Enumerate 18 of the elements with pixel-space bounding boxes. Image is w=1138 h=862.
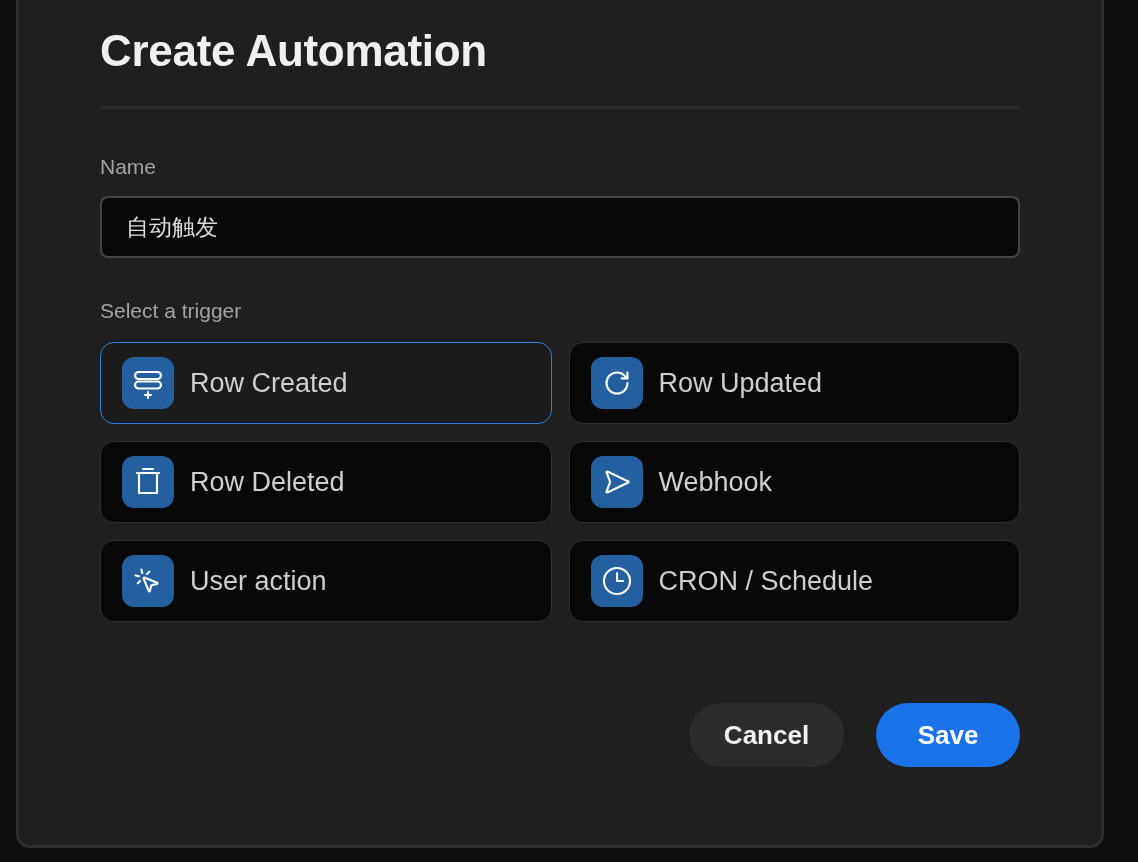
- cancel-button[interactable]: Cancel: [689, 703, 844, 767]
- trigger-option[interactable]: Row Created: [100, 342, 552, 424]
- rows-plus-icon: [122, 357, 174, 409]
- name-input[interactable]: 自动触发: [100, 196, 1020, 258]
- field-label: Name: [100, 155, 157, 179]
- trigger-option[interactable]: Row Updated: [568, 342, 1020, 424]
- dialog-title: Create Automation: [100, 25, 488, 77]
- paper-plane-icon: [590, 456, 643, 508]
- trash-icon: [122, 456, 174, 508]
- trigger-option[interactable]: Row Deleted: [100, 441, 552, 523]
- trigger-option[interactable]: Webhook: [568, 441, 1020, 523]
- trigger-option[interactable]: User action: [100, 540, 552, 622]
- clock-icon: [590, 555, 643, 607]
- refresh-icon: [590, 357, 643, 409]
- trigger-option[interactable]: CRON / Schedule: [568, 540, 1020, 622]
- section-label: Select a trigger: [100, 299, 242, 323]
- save-button[interactable]: Save: [876, 703, 1020, 767]
- cursor-click-icon: [122, 555, 174, 607]
